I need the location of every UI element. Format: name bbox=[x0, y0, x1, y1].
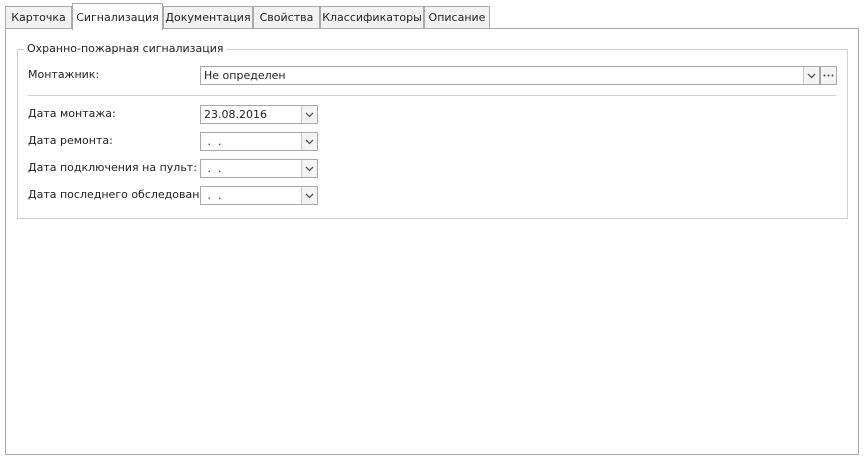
chevron-down-icon[interactable] bbox=[301, 133, 317, 150]
tab-classifiers[interactable]: Классификаторы bbox=[320, 6, 424, 28]
install-date-value: 23.08.2016 bbox=[204, 108, 267, 121]
last-inspection-date-value: . . bbox=[204, 189, 222, 202]
last-inspection-date-picker[interactable]: . . bbox=[200, 186, 318, 205]
install-date-label: Дата монтажа: bbox=[28, 107, 116, 120]
install-date-picker[interactable]: 23.08.2016 bbox=[200, 105, 318, 124]
group-title: Охранно-пожарная сигнализация bbox=[24, 42, 227, 56]
installer-combo[interactable]: Не определен bbox=[200, 66, 820, 85]
tab-description[interactable]: Описание bbox=[424, 6, 490, 28]
connection-date-value: . . bbox=[204, 162, 222, 175]
chevron-down-icon[interactable] bbox=[301, 106, 317, 123]
chevron-down-icon[interactable] bbox=[301, 160, 317, 177]
fire-security-alarm-group: Охранно-пожарная сигнализация Монтажник:… bbox=[17, 42, 848, 219]
repair-date-picker[interactable]: . . bbox=[200, 132, 318, 151]
tab-alarm[interactable]: Сигнализация bbox=[72, 3, 163, 30]
chevron-down-icon[interactable] bbox=[301, 187, 317, 204]
separator bbox=[28, 95, 836, 96]
installer-label: Монтажник: bbox=[28, 68, 100, 81]
connection-date-picker[interactable]: . . bbox=[200, 159, 318, 178]
ellipsis-icon[interactable] bbox=[820, 66, 837, 85]
tab-documentation[interactable]: Документация bbox=[163, 6, 253, 28]
installer-value: Не определен bbox=[204, 69, 286, 82]
repair-date-value: . . bbox=[204, 135, 222, 148]
repair-date-label: Дата ремонта: bbox=[28, 134, 113, 147]
chevron-down-icon[interactable] bbox=[803, 67, 819, 84]
connection-date-label: Дата подключения на пульт: bbox=[28, 161, 197, 174]
tab-card[interactable]: Карточка bbox=[5, 6, 72, 28]
tab-properties[interactable]: Свойства bbox=[253, 6, 320, 28]
last-inspection-date-label: Дата последнего обследования: bbox=[28, 188, 217, 201]
tab-page: Охранно-пожарная сигнализация Монтажник:… bbox=[5, 28, 859, 455]
